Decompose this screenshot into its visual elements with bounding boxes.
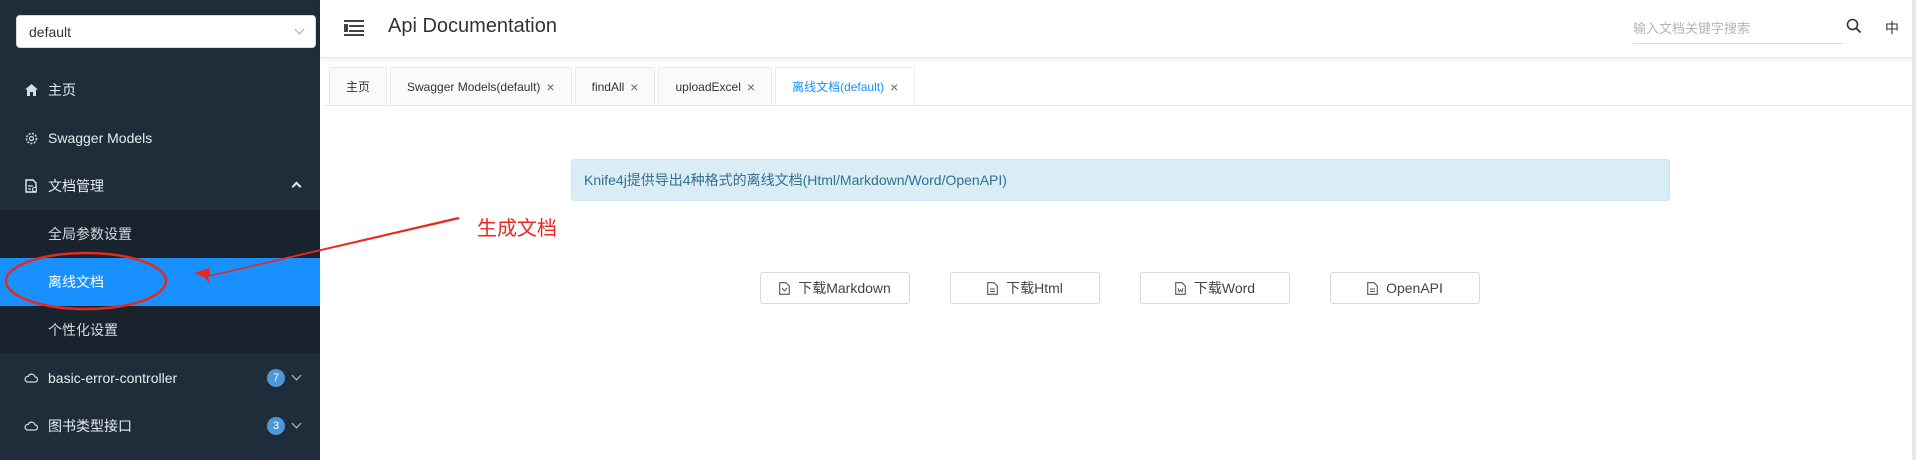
sidebar-item-label: 个性化设置 [48,322,118,338]
chevron-down-icon [294,24,305,35]
tab-label: Swagger Models(default) [407,79,541,94]
count-badge: 7 [267,369,285,387]
page-title: Api Documentation [388,15,557,37]
file-icon [987,281,998,295]
tab-label: 离线文档(default) [792,80,885,94]
sidebar-item-label: Swagger Models [48,130,153,146]
download-markdown-button[interactable]: 下载Markdown [760,272,910,304]
tab-label: uploadExcel [675,79,741,94]
sidebar-item-label: basic-error-controller [48,370,178,386]
download-word-button[interactable]: 下载Word [1140,272,1290,304]
sidebar-item-doc-manage[interactable]: 文档管理 [0,162,320,210]
submenu-doc-manage: 全局参数设置 离线文档 个性化设置 [0,210,320,354]
tab-home[interactable]: 主页 [329,67,388,105]
chevron-down-icon [291,418,302,429]
openapi-button[interactable]: OpenAPI [1330,272,1480,304]
close-icon[interactable]: × [890,80,898,94]
sidebar-item-global-params[interactable]: 全局参数设置 [0,210,320,258]
tab-label: 主页 [346,80,371,94]
group-select-value: default [29,23,72,40]
sidebar-item-label: 文档管理 [48,178,104,194]
download-html-button[interactable]: 下载Html [950,272,1100,304]
tab-bar: 主页 Swagger Models(default) × findAll × u… [329,67,918,105]
count-badge: 3 [267,417,285,435]
gear-icon [24,131,38,145]
button-label: OpenAPI [1386,280,1443,296]
chevron-up-icon [291,181,302,192]
close-icon[interactable]: × [747,80,755,94]
tab-swagger-models[interactable]: Swagger Models(default) × [390,67,572,105]
tab-divider [325,105,1912,106]
sidebar-item-label: 图书类型接口 [48,418,132,434]
cloud-icon [24,371,38,385]
scrollbar[interactable] [1912,0,1916,460]
file-icon [1367,281,1378,295]
chevron-down-icon [291,370,302,381]
search-input[interactable] [1633,21,1843,36]
sidebar-item-home[interactable]: 主页 [0,66,320,114]
button-label: 下载Html [1006,280,1063,296]
button-label: 下载Markdown [798,280,891,296]
top-header: Api Documentation 中 [320,0,1916,58]
sidebar-item-book-type-api[interactable]: 图书类型接口 3 [0,402,320,450]
home-icon [24,83,38,97]
sidebar-item-label: 全局参数设置 [48,226,132,242]
sidebar-item-personal-settings[interactable]: 个性化设置 [0,306,320,354]
alert-text: Knife4j提供导出4种格式的离线文档(Html/Markdown/Word/… [584,172,1007,188]
cloud-icon [24,419,38,433]
group-select[interactable]: default [16,15,316,48]
sidebar-menu: 主页 Swagger Models 文档管理 全局参数设置 离线文档 个性化设置… [0,66,320,450]
sidebar-item-offline-docs[interactable]: 离线文档 [0,258,320,306]
sidebar-item-swagger-models[interactable]: Swagger Models [0,114,320,162]
sidebar-item-basic-error-controller[interactable]: basic-error-controller 7 [0,354,320,402]
search-field[interactable] [1633,14,1843,44]
file-icon [1175,281,1186,295]
info-alert: Knife4j提供导出4种格式的离线文档(Html/Markdown/Word/… [571,159,1670,201]
annotation-label: 生成文档 [477,218,557,240]
menu-fold-icon[interactable] [344,20,364,36]
tab-label: findAll [591,79,625,94]
tab-findall[interactable]: findAll × [574,67,656,105]
sidebar-item-label: 离线文档 [48,274,104,290]
sidebar: default 主页 Swagger Models 文档管理 全局参数设置 离线… [0,0,320,460]
tab-uploadexcel[interactable]: uploadExcel × [658,67,773,105]
close-icon[interactable]: × [630,80,638,94]
app-root: default 主页 Swagger Models 文档管理 全局参数设置 离线… [0,0,1916,460]
file-icon [779,281,791,295]
button-label: 下载Word [1193,280,1256,296]
language-toggle[interactable]: 中 [1885,18,1899,38]
tab-offline-docs[interactable]: 离线文档(default) × [775,67,916,105]
document-manage-icon [24,179,38,193]
search-icon[interactable] [1846,18,1862,34]
sidebar-item-label: 主页 [48,82,76,98]
close-icon[interactable]: × [546,80,554,94]
